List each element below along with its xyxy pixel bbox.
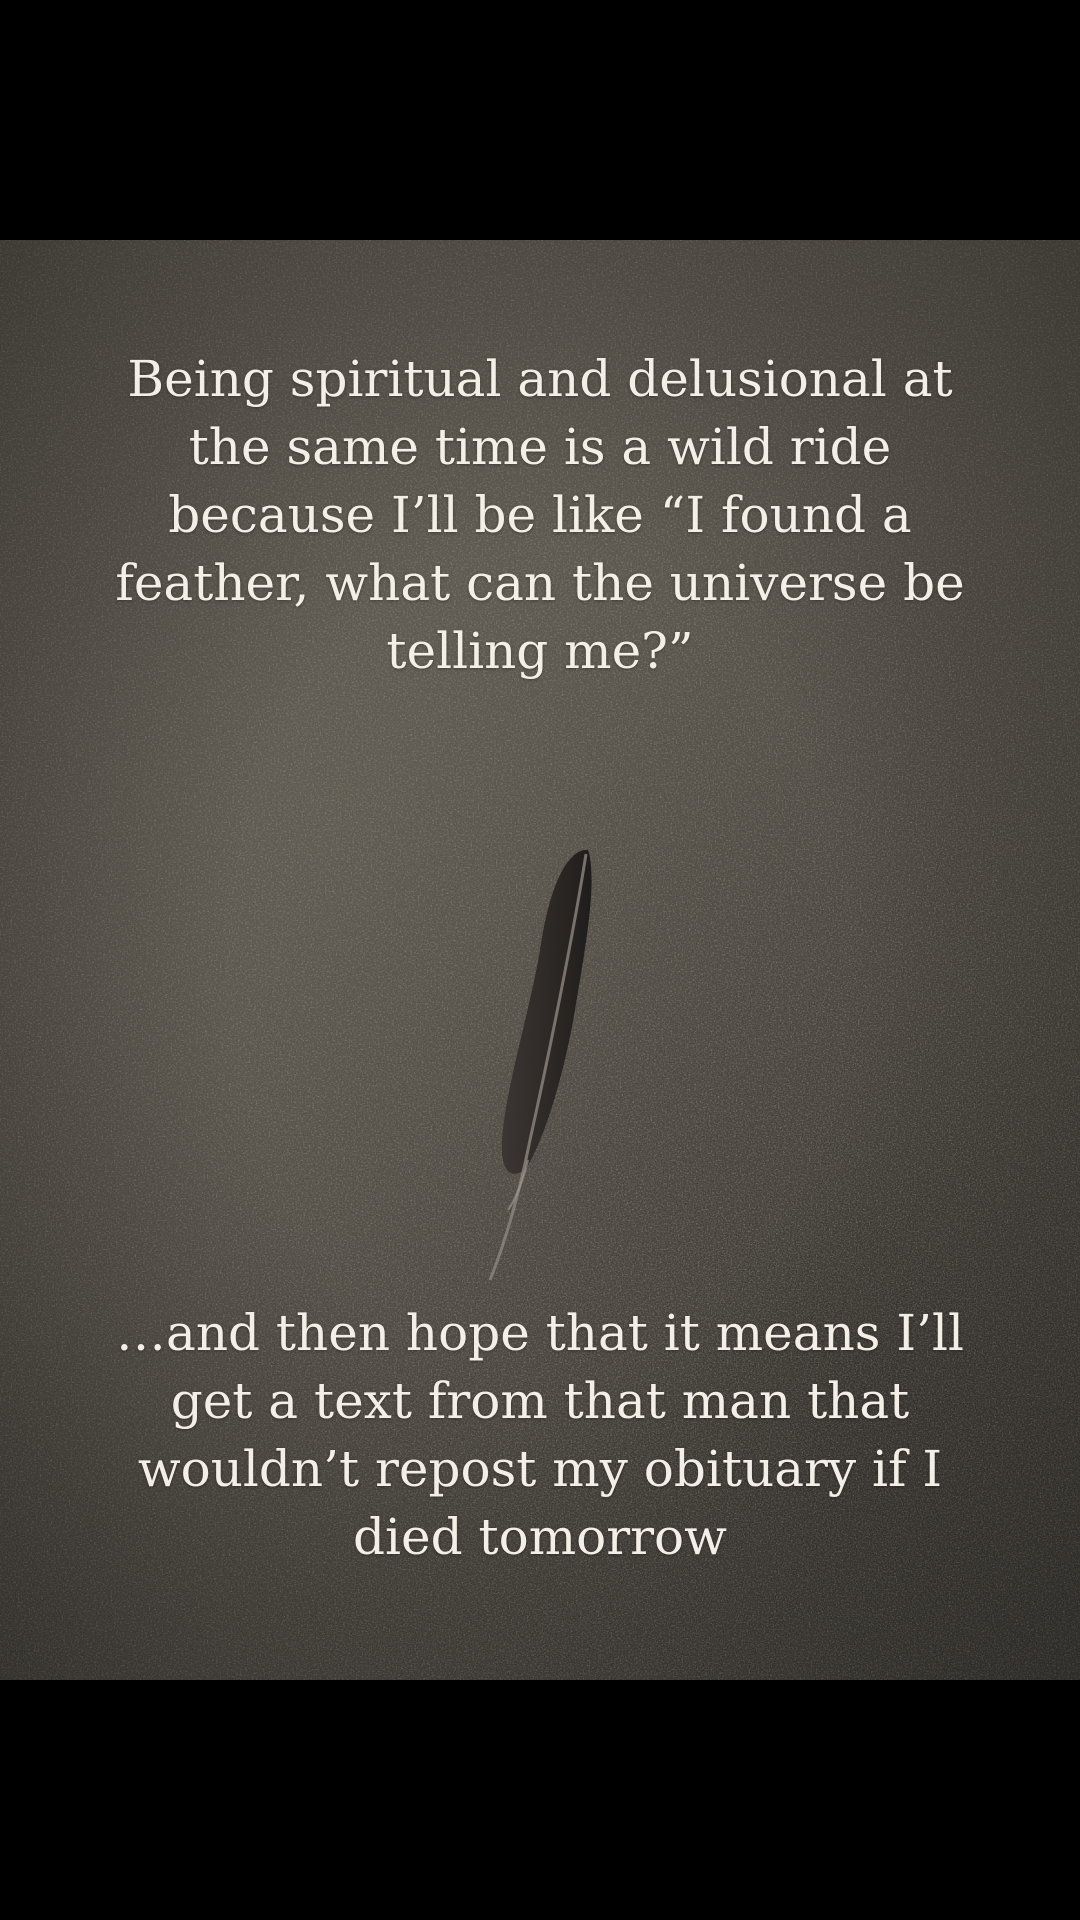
bottom-letterbox-bar	[0, 1680, 1080, 1920]
caption-top-text: Being spiritual and delusional at the sa…	[115, 350, 965, 680]
top-letterbox-bar	[0, 0, 1080, 240]
feather-illustration	[488, 849, 592, 1281]
caption-bottom-text: …and then hope that it means I’ll get a …	[116, 1304, 964, 1566]
